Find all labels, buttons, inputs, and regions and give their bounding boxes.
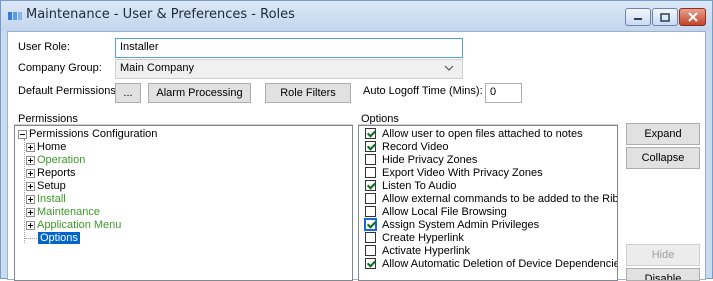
expand-icon[interactable] — [26, 194, 35, 204]
dialog-client: User Role: Installer Company Group: Main… — [7, 31, 706, 281]
checkbox[interactable] — [365, 231, 376, 243]
expand-icon[interactable] — [26, 155, 35, 165]
option-item[interactable]: Activate Hyperlink — [365, 244, 471, 258]
expand-icon[interactable] — [26, 207, 35, 217]
option-label: Allow external commands to be added to t… — [382, 193, 618, 205]
checkbox[interactable] — [365, 127, 376, 139]
tree-node-home[interactable]: Home — [26, 141, 66, 154]
expand-button[interactable]: Expand — [626, 123, 700, 145]
option-label: Hide Privacy Zones — [382, 154, 478, 166]
title-bar[interactable]: Maintenance - User & Preferences - Roles — [1, 1, 712, 31]
tree-node-label: Setup — [37, 180, 66, 192]
auto-logoff-label: Auto Logoff Time (Mins): — [363, 85, 483, 97]
app-icon — [8, 12, 22, 20]
maximize-button[interactable] — [652, 8, 678, 26]
ellipsis-button[interactable]: ... — [115, 83, 141, 103]
tree-guide — [24, 139, 25, 243]
checkbox[interactable] — [365, 140, 376, 152]
expand-icon[interactable] — [26, 220, 35, 230]
permissions-tree[interactable]: Permissions Configuration Home Operation… — [14, 125, 353, 281]
tree-node-label: Install — [37, 193, 66, 205]
option-item[interactable]: Export Video With Privacy Zones — [365, 166, 543, 180]
option-item[interactable]: Assign System Admin Privileges — [365, 218, 540, 232]
checkbox[interactable] — [365, 205, 376, 217]
user-role-label: User Role: — [18, 41, 70, 53]
company-group-value: Main Company — [120, 62, 194, 74]
tree-node-setup[interactable]: Setup — [26, 180, 66, 193]
option-label: Assign System Admin Privileges — [382, 219, 540, 231]
option-item[interactable]: Allow Automatic Deletion of Device Depen… — [365, 257, 618, 271]
option-label: Allow user to open files attached to not… — [382, 128, 583, 140]
disable-button[interactable]: Disable — [626, 268, 700, 281]
tree-root-label: Permissions Configuration — [29, 128, 158, 140]
tree-node-label: Maintenance — [37, 206, 100, 218]
tree-node-options[interactable]: Options — [38, 232, 80, 245]
tree-node-label: Home — [37, 141, 67, 153]
hide-button[interactable]: Hide — [626, 244, 700, 266]
tree-node-install[interactable]: Install — [26, 193, 66, 206]
minimize-icon — [634, 18, 642, 20]
option-item[interactable]: Allow Local File Browsing — [365, 205, 507, 219]
maximize-icon — [660, 12, 670, 22]
option-item[interactable]: Hide Privacy Zones — [365, 153, 478, 167]
checkbox[interactable] — [365, 218, 376, 230]
tree-root[interactable]: Permissions Configuration — [18, 128, 157, 141]
role-filters-button[interactable]: Role Filters — [265, 83, 351, 103]
company-group-select[interactable]: Main Company — [115, 59, 463, 79]
checkbox[interactable] — [365, 192, 376, 204]
option-item[interactable]: Record Video — [365, 140, 449, 154]
default-permissions-label: Default Permissions — [18, 85, 116, 97]
option-label: Allow Local File Browsing — [382, 206, 507, 218]
tree-node-operation[interactable]: Operation — [26, 154, 85, 167]
tree-node-label: Options — [38, 232, 80, 244]
option-label: Activate Hyperlink — [382, 245, 471, 257]
close-button[interactable] — [679, 8, 706, 26]
alarm-processing-button[interactable]: Alarm Processing — [148, 83, 251, 103]
checkbox[interactable] — [365, 179, 376, 191]
options-list[interactable]: Allow user to open files attached to not… — [358, 125, 618, 281]
chevron-down-icon — [444, 65, 454, 71]
tree-node-application-menu[interactable]: Application Menu — [26, 219, 121, 232]
option-label: Allow Automatic Deletion of Device Depen… — [382, 258, 618, 270]
maintenance-window: Maintenance - User & Preferences - Roles… — [0, 0, 713, 281]
option-label: Record Video — [382, 141, 449, 153]
collapse-icon[interactable] — [18, 129, 27, 139]
tree-node-label: Operation — [37, 154, 86, 166]
expand-icon[interactable] — [26, 142, 35, 152]
auto-logoff-input[interactable]: 0 — [485, 83, 522, 103]
expand-icon[interactable] — [26, 168, 35, 178]
tree-node-reports[interactable]: Reports — [26, 167, 76, 180]
checkbox[interactable] — [365, 257, 376, 269]
expand-icon[interactable] — [26, 181, 35, 191]
checkbox[interactable] — [365, 244, 376, 256]
tree-guide — [25, 238, 37, 239]
window-title: Maintenance - User & Preferences - Roles — [26, 7, 295, 22]
checkbox[interactable] — [365, 153, 376, 165]
user-role-input[interactable]: Installer — [115, 38, 463, 58]
option-item[interactable]: Allow external commands to be added to t… — [365, 192, 618, 206]
option-label: Create Hyperlink — [382, 232, 464, 244]
collapse-button[interactable]: Collapse — [626, 147, 700, 169]
tree-node-label: Reports — [37, 167, 76, 179]
option-item[interactable]: Allow user to open files attached to not… — [365, 127, 583, 141]
tree-node-label: Application Menu — [37, 219, 122, 231]
option-label: Listen To Audio — [382, 180, 457, 192]
minimize-button[interactable] — [625, 8, 651, 26]
checkbox[interactable] — [365, 166, 376, 178]
company-group-label: Company Group: — [18, 62, 102, 74]
close-icon — [687, 12, 698, 22]
tree-node-maintenance[interactable]: Maintenance — [26, 206, 100, 219]
option-item[interactable]: Create Hyperlink — [365, 231, 464, 245]
option-item[interactable]: Listen To Audio — [365, 179, 457, 193]
option-label: Export Video With Privacy Zones — [382, 167, 543, 179]
